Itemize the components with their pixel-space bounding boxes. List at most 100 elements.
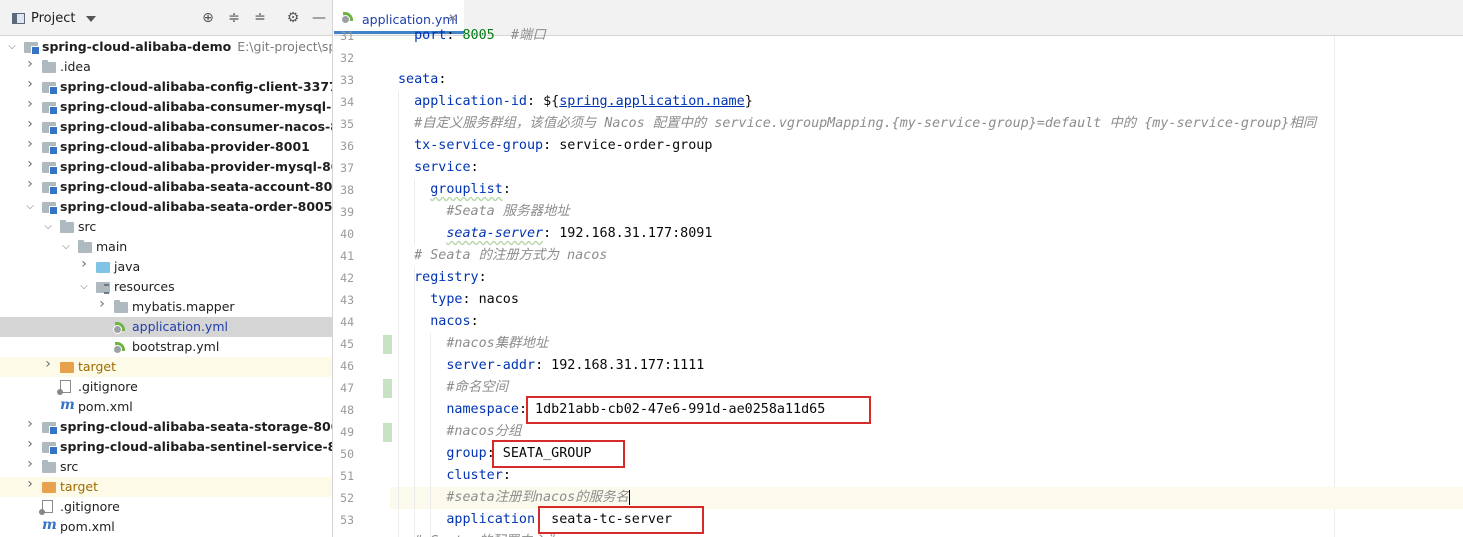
yaml-key: application xyxy=(446,512,536,527)
tree-item[interactable]: application.yml xyxy=(0,317,332,337)
project-tool-window: Project ⊕ ≑ ≐ ⚙ — ⌵ spring-cloud-alibaba-… xyxy=(0,0,333,537)
collapse-all-icon[interactable]: ≐ xyxy=(252,10,268,26)
text-caret xyxy=(628,489,630,505)
code-line[interactable]: seata-server: 192.168.31.177:8091 xyxy=(398,223,712,245)
module-folder-icon xyxy=(42,202,58,215)
tree-item-text: mybatis.mapper xyxy=(132,299,235,314)
tree-item[interactable]: › java xyxy=(0,257,332,277)
highlight-box xyxy=(538,506,704,534)
tree-item-text: spring-cloud-alibaba-provider-8001 xyxy=(60,139,310,154)
chevron-right-icon[interactable]: › xyxy=(24,157,36,171)
module-folder-icon xyxy=(24,42,40,55)
chevron-right-icon[interactable]: › xyxy=(24,117,36,131)
code-line[interactable]: #自定义服务群组，该值必须与 Nacos 配置中的 service.vgroup… xyxy=(398,113,1316,135)
tree-item-text: spring-cloud-alibaba-provider-mysql-8003 xyxy=(60,159,333,174)
excluded-folder-icon xyxy=(60,362,74,373)
chevron-down-icon[interactable]: ⌵ xyxy=(78,281,90,293)
chevron-right-icon[interactable]: › xyxy=(24,177,36,191)
chevron-right-icon[interactable]: › xyxy=(24,437,36,451)
maven-icon: m xyxy=(42,517,57,533)
code-line[interactable]: #nacos集群地址 xyxy=(398,333,548,355)
chevron-right-icon[interactable]: › xyxy=(42,357,54,371)
folder-icon xyxy=(42,460,56,473)
code-comment: #命名空间 xyxy=(446,380,508,395)
module-folder-icon xyxy=(42,142,58,155)
tree-item[interactable]: › spring-cloud-alibaba-sentinel-service-8… xyxy=(0,437,332,457)
tree-item[interactable]: › spring-cloud-alibaba-seata-storage-8006 xyxy=(0,417,332,437)
code-line[interactable]: application-id: ${spring.application.nam… xyxy=(398,91,753,113)
highlight-box xyxy=(526,396,871,424)
tree-item[interactable]: › mybatis.mapper xyxy=(0,297,332,317)
gear-icon[interactable]: ⚙ xyxy=(285,10,301,26)
yaml-key: registry xyxy=(414,270,479,285)
chevron-right-icon[interactable]: › xyxy=(96,297,108,311)
tree-item[interactable]: m pom.xml xyxy=(0,517,332,537)
code-line[interactable]: seata: xyxy=(398,69,446,91)
tree-item[interactable]: › spring-cloud-alibaba-provider-8001 xyxy=(0,137,332,157)
code-line[interactable]: type: nacos xyxy=(398,289,519,311)
module-folder-icon xyxy=(42,82,58,95)
tree-item[interactable]: ⌵ resources xyxy=(0,277,332,297)
chevron-down-icon[interactable]: ⌵ xyxy=(60,241,72,253)
chevron-down-icon[interactable]: ⌵ xyxy=(24,201,36,213)
project-panel-title[interactable]: Project xyxy=(31,11,75,26)
code-line[interactable]: # Seata 的注册方式为 nacos xyxy=(398,245,607,267)
tree-item[interactable]: › target xyxy=(0,357,332,377)
source-folder-icon xyxy=(96,262,110,273)
gitignore-file-icon xyxy=(57,380,71,395)
tree-item[interactable]: .gitignore xyxy=(0,497,332,517)
tree-item[interactable]: m pom.xml xyxy=(0,397,332,417)
tree-item-label: mybatis.mapper xyxy=(132,299,235,314)
tree-item[interactable]: .gitignore xyxy=(0,377,332,397)
tree-item[interactable]: › spring-cloud-alibaba-seata-account-8007 xyxy=(0,177,332,197)
tree-item[interactable]: › spring-cloud-alibaba-provider-mysql-800… xyxy=(0,157,333,177)
chevron-down-icon[interactable]: ⌵ xyxy=(42,221,54,233)
code-line[interactable]: port: 8005 #端口 xyxy=(398,25,546,47)
chevron-right-icon[interactable]: › xyxy=(78,257,90,271)
chevron-right-icon[interactable]: › xyxy=(24,417,36,431)
code-token: : ${ xyxy=(527,94,560,109)
tree-item[interactable]: bootstrap.yml xyxy=(0,337,332,357)
resources-folder-icon xyxy=(96,282,110,294)
tree-item[interactable]: ⌵ spring-cloud-alibaba-demo E:\git-project… xyxy=(0,37,332,57)
folder-icon xyxy=(114,300,128,313)
chevron-right-icon[interactable]: › xyxy=(24,97,36,111)
chevron-right-icon[interactable]: › xyxy=(24,137,36,151)
tree-item[interactable]: ⌵ spring-cloud-alibaba-seata-order-8005 xyxy=(0,197,332,217)
tree-item[interactable]: › spring-cloud-alibaba-consumer-nacos-880… xyxy=(0,117,332,137)
code-line[interactable]: #Seata 服务器地址 xyxy=(398,201,569,223)
tree-item-text: resources xyxy=(114,279,175,294)
chevron-right-icon[interactable]: › xyxy=(24,457,36,471)
expand-all-icon[interactable]: ≑ xyxy=(226,10,242,26)
chevron-right-icon[interactable]: › xyxy=(24,77,36,91)
tree-item[interactable]: › spring-cloud-alibaba-consumer-mysql-880… xyxy=(0,97,332,117)
tree-item[interactable]: › src xyxy=(0,457,332,477)
code-comment: #端口 xyxy=(510,28,546,43)
chevron-right-icon[interactable]: › xyxy=(24,477,36,491)
indent-guide xyxy=(430,333,431,537)
project-view-icon xyxy=(12,13,25,24)
minimize-icon[interactable]: — xyxy=(311,10,327,26)
code-line[interactable]: server-addr: 192.168.31.177:1111 xyxy=(398,355,704,377)
code-line[interactable]: service: xyxy=(398,157,479,179)
chevron-down-icon[interactable]: ⌵ xyxy=(6,41,18,53)
locate-icon[interactable]: ⊕ xyxy=(200,10,216,26)
tree-item[interactable]: › target xyxy=(0,477,332,497)
tree-item-text: spring-cloud-alibaba-demo xyxy=(42,39,232,54)
tree-item[interactable]: ⌵ main xyxy=(0,237,332,257)
code-area[interactable]: port: 8005 #端口 seata: application-id: ${s… xyxy=(334,28,1463,537)
tree-item[interactable]: › spring-cloud-alibaba-config-client-3377 xyxy=(0,77,332,97)
chevron-right-icon[interactable]: › xyxy=(24,57,36,71)
code-line[interactable]: nacos: xyxy=(398,311,478,333)
close-icon[interactable]: ✕ xyxy=(448,11,458,25)
tree-item[interactable]: › .idea xyxy=(0,57,332,77)
code-line[interactable]: tx-service-group: service-order-group xyxy=(398,135,712,157)
code-line[interactable]: registry: xyxy=(398,267,487,289)
view-selector-chevron-down-icon[interactable] xyxy=(86,16,96,22)
tree-item[interactable]: ⌵ src xyxy=(0,217,332,237)
